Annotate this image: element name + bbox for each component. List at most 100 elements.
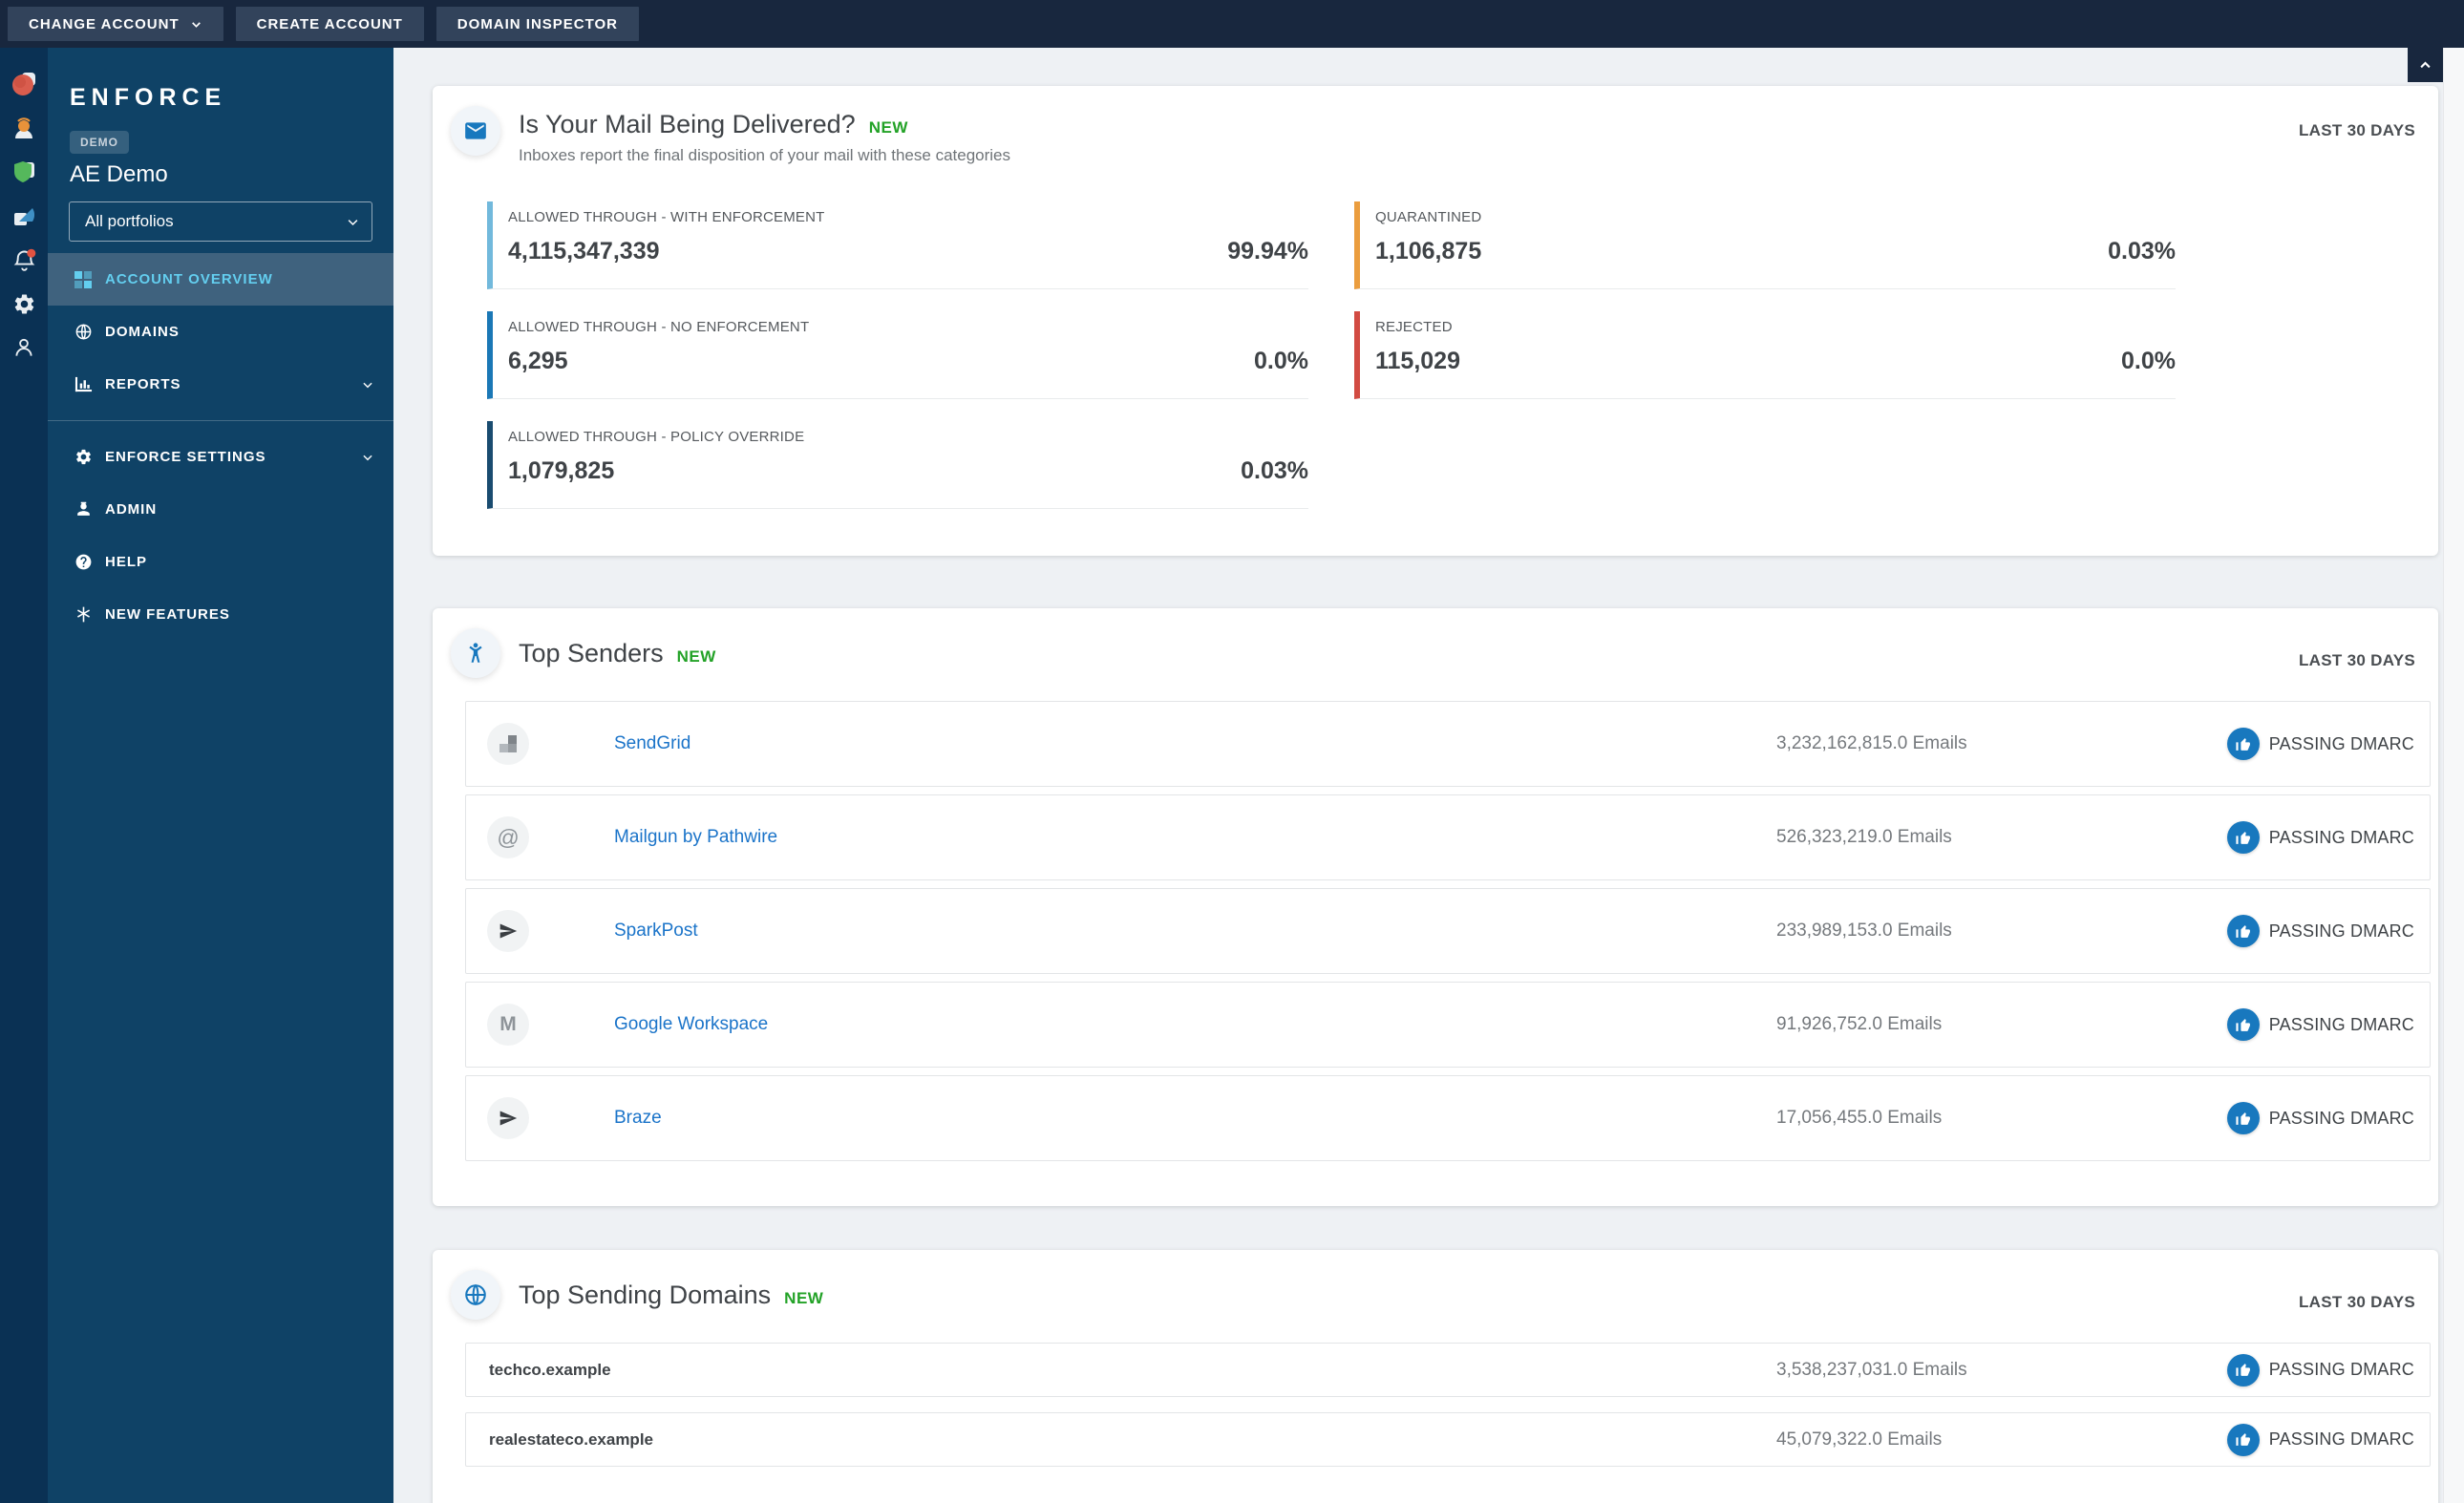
- email-count: 3,538,237,031.0 Emails: [1776, 1359, 1967, 1380]
- email-count: 526,323,219.0 Emails: [1776, 827, 1952, 847]
- account-user-icon[interactable]: [9, 332, 39, 363]
- status-badge: PASSING DMARC: [2226, 1353, 2414, 1387]
- stat-quarantined: QUARANTINED 1,106,875 0.03%: [1354, 201, 2176, 289]
- sidebar-item-new-features[interactable]: NEW FEATURES: [48, 588, 393, 641]
- domain-list: techco.example 3,538,237,031.0 Emails PA…: [465, 1343, 2431, 1503]
- status-badge: PASSING DMARC: [2226, 915, 2414, 947]
- sender-list: SendGrid 3,232,162,815.0 Emails PASSING …: [465, 701, 2431, 1206]
- sender-row: @ Mailgun by Pathwire 526,323,219.0 Emai…: [465, 794, 2431, 880]
- stat-rejected: REJECTED 115,029 0.0%: [1354, 311, 2176, 399]
- sidebar-item-admin[interactable]: ADMIN: [48, 483, 393, 536]
- sidebar-item-label: NEW FEATURES: [105, 606, 230, 623]
- scrollbar[interactable]: [2443, 48, 2464, 1503]
- sidebar-item-reports[interactable]: REPORTS: [48, 358, 393, 411]
- demo-badge: DEMO: [70, 131, 129, 154]
- card-title: Top Sending Domains: [519, 1280, 772, 1309]
- stat-label: ALLOWED THROUGH - NO ENFORCEMENT: [508, 319, 810, 335]
- portfolio-select-value: All portfolios: [85, 212, 174, 230]
- thumbs-up-icon: [2226, 1353, 2260, 1387]
- sender-link[interactable]: SparkPost: [614, 921, 698, 942]
- top-domains-header: Top Sending Domains NEW LAST 30 DAYS: [433, 1250, 2438, 1320]
- sidebar-item-label: ACCOUNT OVERVIEW: [105, 271, 273, 287]
- status-badge: PASSING DMARC: [2226, 1102, 2414, 1134]
- stat-label: ALLOWED THROUGH - POLICY OVERRIDE: [508, 429, 805, 445]
- brand-red-icon[interactable]: [9, 69, 39, 99]
- sidebar-item-label: ADMIN: [105, 501, 158, 518]
- change-account-button[interactable]: CHANGE ACCOUNT: [8, 7, 223, 41]
- stat-label: QUARANTINED: [1375, 209, 1482, 225]
- portfolio-select[interactable]: All portfolios: [69, 201, 372, 242]
- sidebar-item-domains[interactable]: DOMAINS: [48, 306, 393, 358]
- create-account-button[interactable]: CREATE ACCOUNT: [235, 7, 424, 41]
- new-badge: NEW: [676, 646, 716, 666]
- delivery-card-header: Is Your Mail Being Delivered? NEW Inboxe…: [433, 86, 2438, 165]
- sidebar-divider: [48, 420, 393, 421]
- thumbs-up-icon: [2226, 1102, 2260, 1134]
- stat-value: 1,106,875: [1375, 238, 1482, 265]
- person-arms-up-icon: [451, 628, 500, 678]
- stat-allowed-with-enforcement: ALLOWED THROUGH - WITH ENFORCEMENT 4,115…: [487, 201, 1308, 289]
- gear-icon: [74, 448, 93, 466]
- period-label: LAST 30 DAYS: [2298, 1293, 2415, 1311]
- page-title: Is Your Mail Being Delivered?: [519, 110, 856, 138]
- at-sign-icon: @: [487, 816, 529, 858]
- email-count: 17,056,455.0 Emails: [1776, 1108, 1943, 1128]
- domain-inspector-label: DOMAIN INSPECTOR: [457, 15, 619, 32]
- sender-row: Braze 17,056,455.0 Emails PASSING DMARC: [465, 1075, 2431, 1161]
- chart-blue-icon[interactable]: [9, 201, 39, 231]
- sender-link[interactable]: Mailgun by Pathwire: [614, 827, 777, 848]
- envelope-icon: [451, 106, 500, 156]
- sender-row: SendGrid 3,232,162,815.0 Emails PASSING …: [465, 701, 2431, 787]
- email-count: 45,079,322.0 Emails: [1776, 1429, 1943, 1450]
- thumbs-up-icon: [2226, 728, 2260, 760]
- sender-link[interactable]: Braze: [614, 1108, 662, 1129]
- sidebar-nav: ACCOUNT OVERVIEW DOMAINS REPORTS ENFORCE…: [48, 253, 393, 641]
- app-icon-rail: [0, 48, 48, 1503]
- status-badge: PASSING DMARC: [2226, 1423, 2414, 1456]
- change-account-label: CHANGE ACCOUNT: [29, 15, 180, 32]
- shield-green-icon[interactable]: [9, 157, 39, 187]
- new-badge: NEW: [784, 1288, 824, 1307]
- enforce-logo: ENFORCE: [70, 84, 227, 111]
- globe-icon: [74, 323, 93, 341]
- status-text: PASSING DMARC: [2268, 1360, 2414, 1379]
- sidebar-item-label: REPORTS: [105, 376, 181, 392]
- scroll-to-top-button[interactable]: [2408, 48, 2443, 82]
- user-orange-icon[interactable]: [9, 113, 39, 143]
- stat-value: 6,295: [508, 348, 568, 374]
- status-text: PASSING DMARC: [2268, 1014, 2414, 1034]
- sidebar-item-enforce-settings[interactable]: ENFORCE SETTINGS: [48, 431, 393, 483]
- domain-inspector-button[interactable]: DOMAIN INSPECTOR: [435, 7, 640, 41]
- sidebar-item-account-overview[interactable]: ACCOUNT OVERVIEW: [48, 253, 393, 306]
- status-badge: PASSING DMARC: [2226, 821, 2414, 854]
- bar-chart-icon: [74, 375, 93, 393]
- top-senders-header: Top Senders NEW LAST 30 DAYS: [433, 608, 2438, 678]
- stat-value: 115,029: [1375, 348, 1460, 374]
- create-account-label: CREATE ACCOUNT: [256, 15, 403, 32]
- stat-percent: 0.0%: [2121, 348, 2176, 374]
- sidebar-item-label: HELP: [105, 554, 148, 570]
- stat-value: 1,079,825: [508, 457, 615, 484]
- stat-percent: 0.03%: [2108, 238, 2176, 265]
- domain-row: techco.example 3,538,237,031.0 Emails PA…: [465, 1343, 2431, 1397]
- domain-name: techco.example: [489, 1360, 611, 1379]
- thumbs-up-icon: [2226, 1423, 2260, 1456]
- sidebar: ENFORCE DEMO AE Demo All portfolios ACCO…: [48, 48, 393, 1503]
- globe-icon: [451, 1270, 500, 1320]
- email-count: 91,926,752.0 Emails: [1776, 1014, 1943, 1034]
- sidebar-item-label: ENFORCE SETTINGS: [105, 449, 266, 465]
- settings-gear-icon[interactable]: [9, 288, 39, 319]
- sender-link[interactable]: SendGrid: [614, 733, 690, 754]
- sidebar-item-help[interactable]: HELP: [48, 536, 393, 588]
- google-m-icon: M: [487, 1004, 529, 1046]
- chevron-down-icon: [361, 451, 374, 464]
- sendgrid-grid-icon: [487, 723, 529, 765]
- top-senders-card: Top Senders NEW LAST 30 DAYS SendGrid 3,…: [433, 608, 2438, 1206]
- main-content: Is Your Mail Being Delivered? NEW Inboxe…: [393, 48, 2443, 1503]
- sender-link[interactable]: Google Workspace: [614, 1014, 768, 1035]
- help-icon: [74, 553, 93, 571]
- notifications-bell-icon[interactable]: [9, 244, 39, 275]
- chevron-up-icon: [2420, 60, 2431, 68]
- chevron-down-icon: [348, 219, 358, 225]
- stat-percent: 0.03%: [1241, 457, 1308, 484]
